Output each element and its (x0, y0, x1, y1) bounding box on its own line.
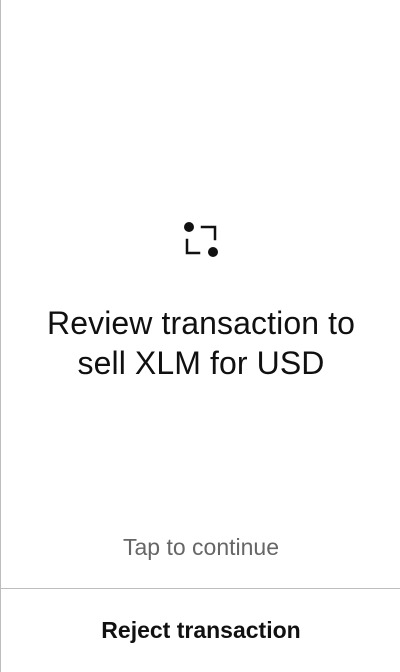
reject-transaction-button[interactable]: Reject transaction (1, 589, 400, 672)
scan-frame-icon (179, 219, 223, 263)
tap-to-continue-area[interactable]: Review transaction to sell XLM for USD T… (1, 0, 400, 588)
transaction-review-screen[interactable]: Review transaction to sell XLM for USD T… (0, 0, 400, 672)
tap-to-continue-text[interactable]: Tap to continue (1, 533, 400, 561)
transaction-headline: Review transaction to sell XLM for USD (46, 305, 356, 381)
